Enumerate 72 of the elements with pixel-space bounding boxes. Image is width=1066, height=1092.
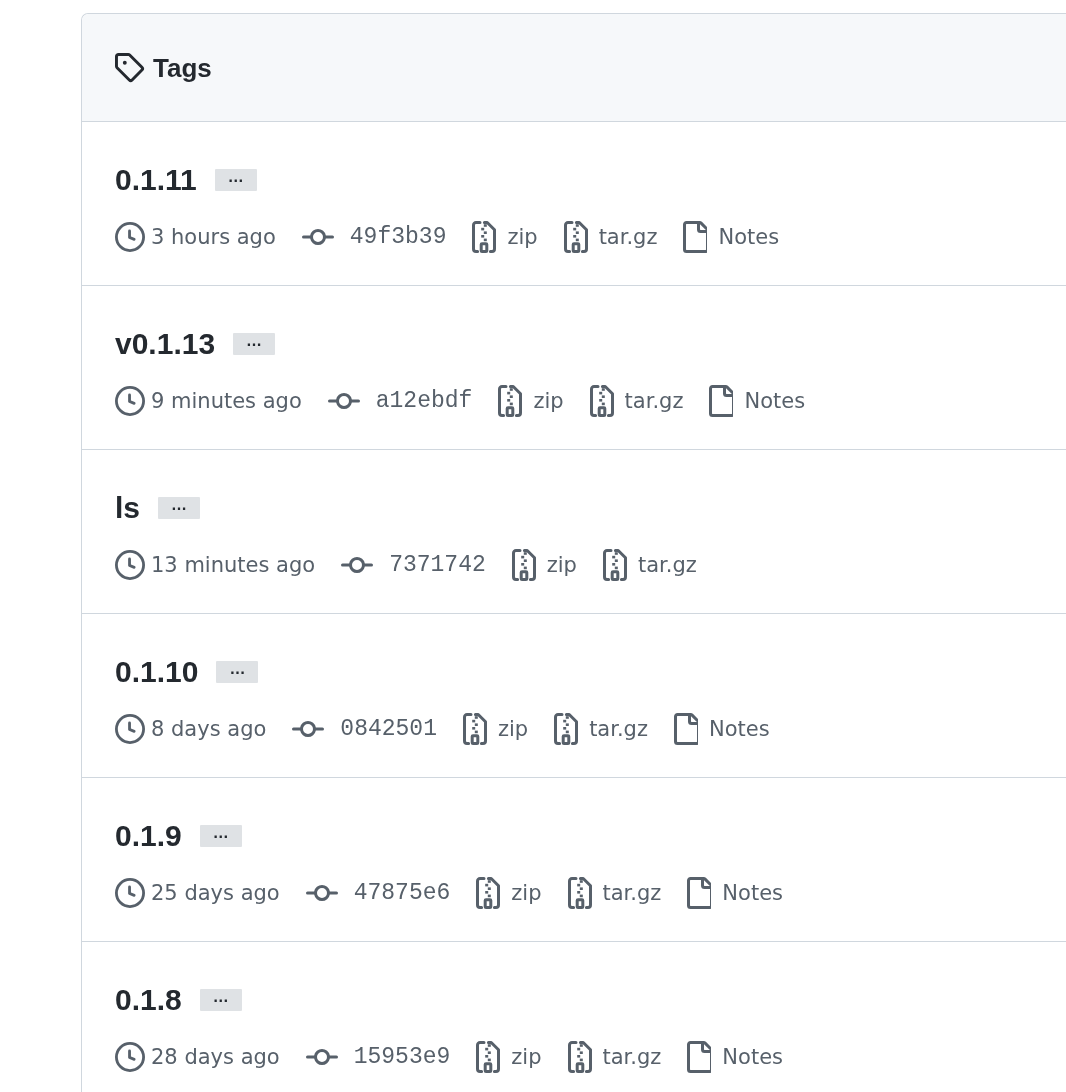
more-button[interactable]: … bbox=[158, 497, 201, 519]
zip-file-icon bbox=[567, 877, 592, 909]
tag-name[interactable]: v0.1.13 bbox=[115, 326, 216, 362]
download-link[interactable]: zip bbox=[511, 1043, 542, 1071]
commit-link[interactable]: a12ebdf bbox=[375, 387, 473, 415]
section-title: Tags bbox=[153, 51, 212, 84]
file-icon bbox=[683, 221, 708, 253]
clock-icon bbox=[115, 714, 145, 744]
zip-file-icon bbox=[476, 877, 501, 909]
tag-name[interactable]: 0.1.8 bbox=[115, 982, 182, 1018]
relative-time: 8 days ago bbox=[151, 716, 267, 743]
commit-icon bbox=[305, 885, 338, 901]
zip-file-icon bbox=[476, 1041, 501, 1073]
commit-link[interactable]: 47875e6 bbox=[353, 879, 451, 907]
tag-name[interactable]: 0.1.10 bbox=[115, 654, 199, 690]
commit-link[interactable]: 0842501 bbox=[340, 715, 437, 743]
more-button[interactable]: … bbox=[216, 661, 259, 683]
clock-icon bbox=[115, 1042, 145, 1072]
zip-file-icon bbox=[472, 221, 497, 253]
tag-name[interactable]: ls bbox=[115, 490, 141, 526]
download-link[interactable]: zip bbox=[497, 715, 529, 743]
file-icon bbox=[709, 385, 734, 417]
download-link[interactable]: tar.gz bbox=[637, 551, 697, 579]
download-link[interactable]: zip bbox=[511, 879, 542, 907]
zip-file-icon bbox=[462, 713, 487, 745]
download-link[interactable]: tar.gz bbox=[598, 223, 658, 251]
relative-time: 25 days ago bbox=[151, 880, 280, 907]
notes-link[interactable]: Notes bbox=[744, 387, 806, 415]
download-link[interactable]: zip bbox=[533, 387, 564, 415]
download-link[interactable]: tar.gz bbox=[602, 1043, 662, 1071]
notes-link[interactable]: Notes bbox=[718, 223, 780, 251]
notes-link[interactable]: Notes bbox=[722, 879, 783, 907]
more-button[interactable]: … bbox=[214, 169, 257, 191]
zip-file-icon bbox=[567, 1041, 592, 1073]
commit-icon bbox=[327, 393, 360, 409]
more-button[interactable]: … bbox=[233, 333, 276, 355]
clock-icon bbox=[115, 550, 145, 580]
clock-icon bbox=[115, 222, 145, 252]
download-link[interactable]: zip bbox=[546, 551, 577, 579]
download-link[interactable]: zip bbox=[507, 223, 538, 251]
tag-icon bbox=[115, 52, 145, 83]
tag-name[interactable]: 0.1.9 bbox=[115, 818, 182, 854]
commit-link[interactable]: 7371742 bbox=[389, 551, 486, 579]
notes-link[interactable]: Notes bbox=[722, 1043, 783, 1071]
notes-link[interactable]: Notes bbox=[709, 715, 770, 743]
clock-icon bbox=[115, 878, 145, 908]
file-icon bbox=[674, 713, 698, 745]
more-button[interactable]: … bbox=[199, 989, 242, 1011]
file-icon bbox=[687, 877, 712, 909]
zip-file-icon bbox=[511, 549, 536, 581]
tag-name[interactable]: 0.1.11 bbox=[115, 162, 197, 198]
download-link[interactable]: tar.gz bbox=[589, 715, 648, 743]
relative-time: 28 days ago bbox=[151, 1044, 280, 1071]
more-button[interactable]: … bbox=[199, 825, 242, 847]
relative-time: 3 hours ago bbox=[151, 224, 276, 251]
download-link[interactable]: tar.gz bbox=[624, 387, 684, 415]
commit-icon bbox=[301, 229, 334, 245]
zip-file-icon bbox=[563, 221, 588, 253]
zip-file-icon bbox=[602, 549, 627, 581]
relative-time: 13 minutes ago bbox=[151, 552, 316, 579]
commit-icon bbox=[305, 1049, 338, 1065]
commit-icon bbox=[341, 557, 374, 573]
commit-link[interactable]: 15953e9 bbox=[353, 1043, 451, 1071]
commit-icon bbox=[292, 721, 325, 737]
file-icon bbox=[687, 1041, 712, 1073]
relative-time: 9 minutes ago bbox=[151, 388, 302, 415]
zip-file-icon bbox=[554, 713, 579, 745]
zip-file-icon bbox=[498, 385, 523, 417]
clock-icon bbox=[115, 386, 145, 416]
commit-link[interactable]: 49f3b39 bbox=[349, 223, 447, 251]
download-link[interactable]: tar.gz bbox=[602, 879, 662, 907]
zip-file-icon bbox=[589, 385, 614, 417]
